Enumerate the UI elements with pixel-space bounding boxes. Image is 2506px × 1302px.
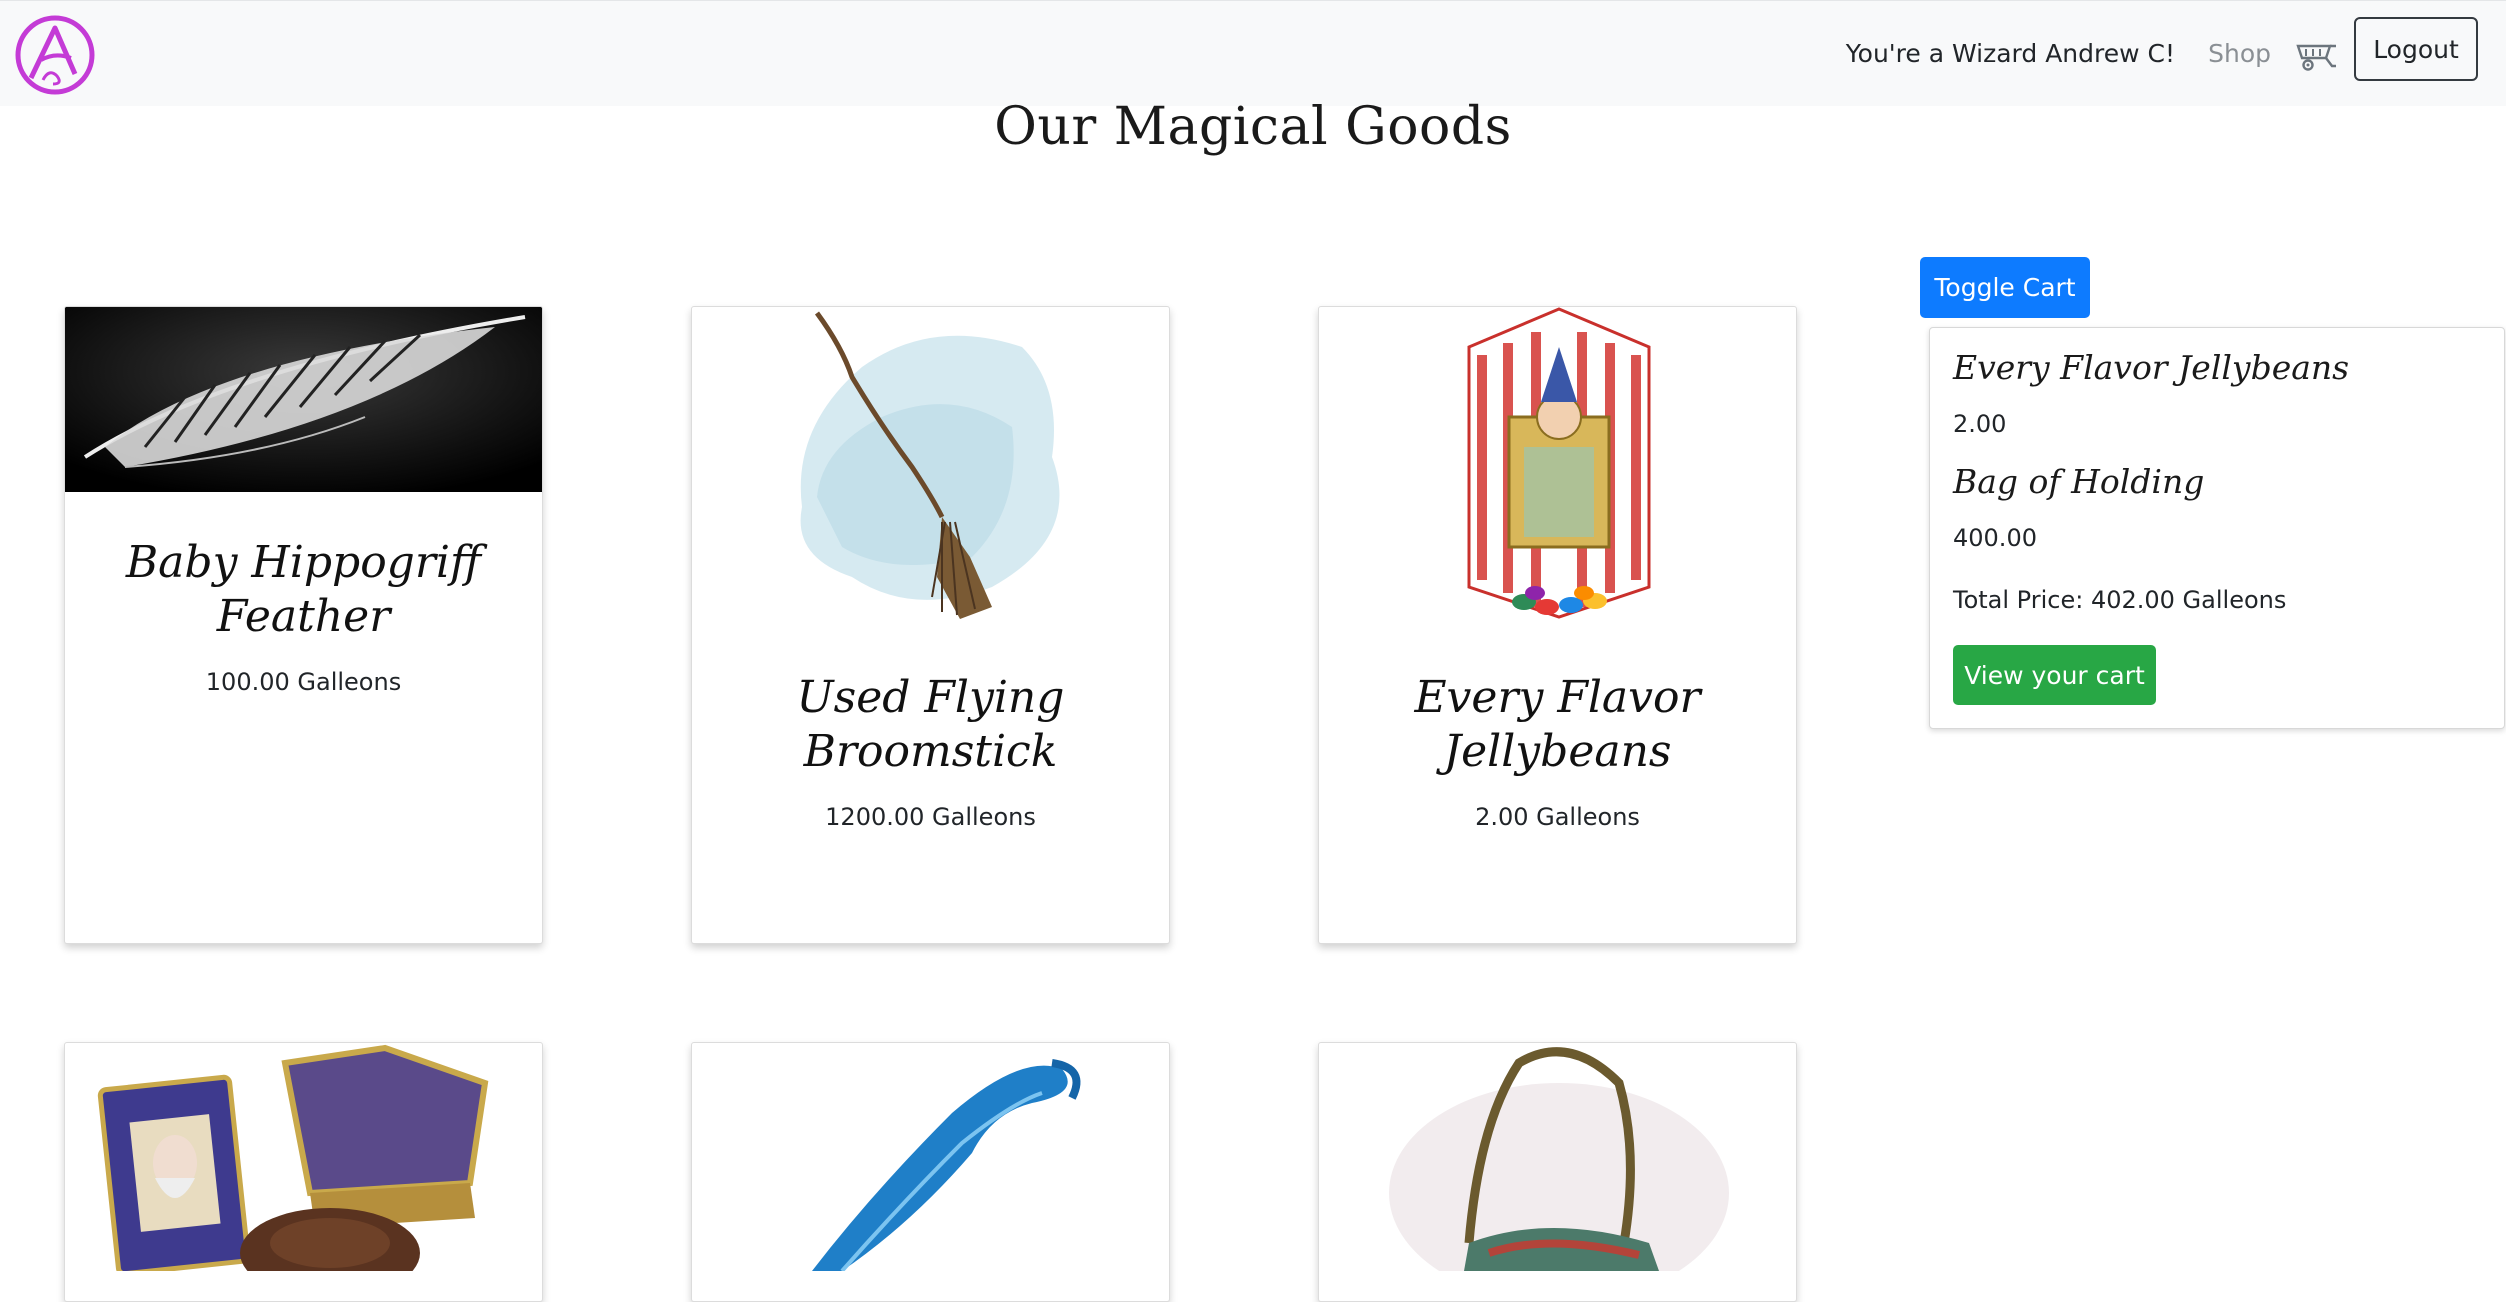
product-title: Used Flying Broomstick [796, 672, 1065, 777]
product-title: Every Flavor Jellybeans [1414, 672, 1701, 777]
product-price: 2.00 Galleons [1475, 803, 1640, 831]
product-price: 1200.00 Galleons [825, 803, 1036, 831]
product-image[interactable] [692, 1043, 1170, 1271]
cart-item-name: Every Flavor Jellybeans [1953, 348, 2350, 387]
product-card[interactable] [691, 1042, 1170, 1302]
nav-shop-link[interactable]: Shop [2208, 39, 2271, 68]
cart-item-price: 400.00 [1953, 524, 2037, 552]
product-card[interactable] [64, 1042, 543, 1302]
product-image[interactable] [1319, 307, 1797, 627]
view-cart-button[interactable]: View your cart [1953, 645, 2156, 705]
product-card[interactable]: Every Flavor Jellybeans 2.00 Galleons [1318, 306, 1797, 944]
cart-item-price: 2.00 [1953, 410, 2007, 438]
user-greeting: You're a Wizard Andrew C! [1845, 39, 2175, 68]
product-image[interactable] [65, 307, 543, 492]
navbar: You're a Wizard Andrew C! Shop Logout [0, 0, 2506, 106]
brand-logo-icon[interactable] [13, 14, 98, 96]
product-image[interactable] [1319, 1043, 1797, 1271]
cart-icon[interactable] [2296, 40, 2338, 72]
product-price: 100.00 Galleons [205, 668, 402, 696]
product-card[interactable]: Used Flying Broomstick 1200.00 Galleons [691, 306, 1170, 944]
cart-panel: Every Flavor Jellybeans 2.00 Bag of Hold… [1929, 327, 2505, 729]
product-title: Baby Hippogriff Feather [125, 537, 482, 642]
toggle-cart-button[interactable]: Toggle Cart [1920, 257, 2090, 318]
page-title: Our Magical Goods [994, 97, 1512, 157]
product-image[interactable] [692, 307, 1170, 627]
logout-button[interactable]: Logout [2354, 17, 2478, 81]
cart-item-name: Bag of Holding [1953, 462, 2205, 501]
cart-total: Total Price: 402.00 Galleons [1953, 586, 2287, 614]
product-image[interactable] [65, 1043, 543, 1271]
product-card[interactable] [1318, 1042, 1797, 1302]
product-card[interactable]: Baby Hippogriff Feather 100.00 Galleons [64, 306, 543, 944]
